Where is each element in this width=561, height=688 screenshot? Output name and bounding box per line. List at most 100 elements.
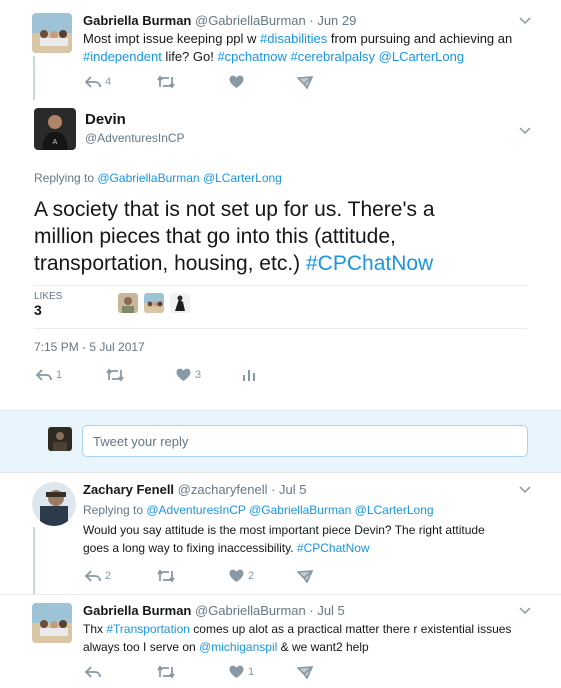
reply-count: 2 (105, 570, 112, 582)
tweet-actions: 1 (85, 665, 313, 679)
tweet-text: Most impt issue keeping ppl w #disabilit… (83, 31, 513, 64)
hashtag-link[interactable]: #CPChatNow (306, 252, 433, 275)
chevron-down-icon[interactable] (519, 127, 531, 135)
display-name[interactable]: Gabriella Burman (83, 13, 191, 28)
retweet-icon (157, 665, 175, 679)
retweet-button[interactable] (157, 665, 229, 679)
tweet-text: A society that is not set up for us. The… (34, 198, 435, 275)
chevron-down-icon[interactable] (519, 17, 531, 25)
direct-message-button[interactable] (297, 75, 313, 89)
like-button[interactable] (229, 75, 297, 89)
like-button[interactable]: 1 (229, 665, 297, 679)
replying-to: Replying to @GabriellaBurman @LCarterLon… (34, 171, 282, 185)
avatar[interactable] (32, 603, 72, 643)
retweet-icon (157, 75, 175, 89)
like-count: 3 (195, 369, 202, 381)
mention-link[interactable]: @LCarterLong (379, 49, 464, 64)
reply-tweet[interactable]: Gabriella Burman @GabriellaBurman · Jul … (0, 595, 561, 688)
chevron-down-icon[interactable] (519, 607, 531, 615)
avatar[interactable] (32, 13, 72, 53)
mention-link[interactable]: @AdventuresInCP (146, 503, 245, 517)
reply-button[interactable]: 1 (36, 368, 106, 382)
analytics-button[interactable] (242, 368, 256, 382)
timestamp[interactable]: 7:15 PM - 5 Jul 2017 (34, 340, 145, 354)
display-name[interactable]: Gabriella Burman (83, 603, 191, 618)
tweet-date[interactable]: · Jul 5 (271, 482, 306, 497)
likes-stat[interactable]: LIKES 3 (34, 291, 62, 318)
like-button[interactable]: 2 (229, 569, 297, 583)
hashtag-link[interactable]: #cpchatnow (217, 49, 286, 64)
liker-avatars (118, 293, 190, 313)
envelope-icon (297, 569, 313, 583)
retweet-button[interactable] (157, 75, 229, 89)
reply-button[interactable]: 4 (85, 75, 157, 89)
reply-icon (85, 76, 101, 88)
hashtag-link[interactable]: #Transportation (106, 622, 190, 636)
svg-text:A: A (53, 139, 58, 146)
display-name[interactable]: Devin (85, 111, 126, 128)
reply-icon (85, 666, 101, 678)
like-button[interactable]: 3 (176, 368, 242, 382)
reply-button[interactable] (85, 665, 157, 679)
handle[interactable]: @AdventuresInCP (85, 131, 185, 145)
mention-link[interactable]: @LCarterLong (355, 503, 434, 517)
tweet-header: Gabriella Burman @GabriellaBurman · Jun … (83, 13, 356, 28)
tweet-actions: 4 (85, 75, 313, 89)
retweet-button[interactable] (106, 368, 176, 382)
divider (34, 328, 527, 329)
retweet-icon (106, 368, 124, 382)
parent-tweet[interactable]: Gabriella Burman @GabriellaBurman · Jun … (0, 0, 561, 100)
heart-icon (229, 569, 244, 582)
handle[interactable]: @zacharyfenell (178, 482, 268, 497)
heart-icon (176, 368, 191, 381)
avatar[interactable] (170, 293, 190, 313)
heart-icon (229, 75, 244, 88)
avatar (48, 427, 72, 451)
avatar[interactable] (32, 482, 76, 526)
display-name[interactable]: Zachary Fenell (83, 482, 174, 497)
hashtag-link[interactable]: #CPChatNow (297, 541, 370, 555)
tweet-actions: 1 3 (36, 368, 256, 382)
mention-link[interactable]: @GabriellaBurman (249, 503, 351, 517)
heart-icon (229, 665, 244, 678)
main-tweet: A Devin @AdventuresInCP Replying to @Gab… (0, 100, 561, 410)
likes-count: 3 (34, 302, 42, 318)
thread-line (33, 527, 35, 595)
thread-line (33, 56, 35, 100)
reply-icon (36, 369, 52, 381)
envelope-icon (297, 665, 313, 679)
avatar[interactable] (144, 293, 164, 313)
reply-button[interactable]: 2 (85, 569, 157, 583)
direct-message-button[interactable] (297, 569, 313, 583)
retweet-button[interactable] (157, 569, 229, 583)
like-count: 1 (248, 666, 255, 678)
reply-icon (85, 570, 101, 582)
hashtag-link[interactable]: #disabilities (260, 31, 327, 46)
reply-input[interactable]: Tweet your reply (82, 425, 528, 457)
hashtag-link[interactable]: #cerebralpalsy (290, 49, 375, 64)
divider (34, 285, 527, 286)
tweet-header: Gabriella Burman @GabriellaBurman · Jul … (83, 603, 345, 618)
handle[interactable]: @GabriellaBurman (195, 603, 306, 618)
like-count: 2 (248, 570, 255, 582)
likes-label: LIKES (34, 291, 63, 302)
tweet-date[interactable]: · Jun 29 (309, 13, 356, 28)
mention-link[interactable]: @michiganspil (199, 640, 277, 654)
reply-placeholder: Tweet your reply (93, 434, 189, 449)
chevron-down-icon[interactable] (519, 486, 531, 494)
retweet-icon (157, 569, 175, 583)
tweet-date[interactable]: · Jul 5 (309, 603, 344, 618)
tweet-header: Zachary Fenell @zacharyfenell · Jul 5 (83, 482, 307, 497)
avatar[interactable]: A (34, 108, 76, 150)
reply-count: 4 (105, 76, 112, 88)
handle[interactable]: @GabriellaBurman (195, 13, 306, 28)
mention-link[interactable]: @LCarterLong (203, 171, 282, 185)
mention-link[interactable]: @GabriellaBurman (97, 171, 199, 185)
envelope-icon (297, 75, 313, 89)
tweet-text: Thx #Transportation comes up alot as a p… (83, 622, 512, 654)
reply-tweet[interactable]: Zachary Fenell @zacharyfenell · Jul 5 Re… (0, 473, 561, 594)
analytics-icon (243, 370, 255, 381)
hashtag-link[interactable]: #independent (83, 49, 162, 64)
direct-message-button[interactable] (297, 665, 313, 679)
avatar[interactable] (118, 293, 138, 313)
